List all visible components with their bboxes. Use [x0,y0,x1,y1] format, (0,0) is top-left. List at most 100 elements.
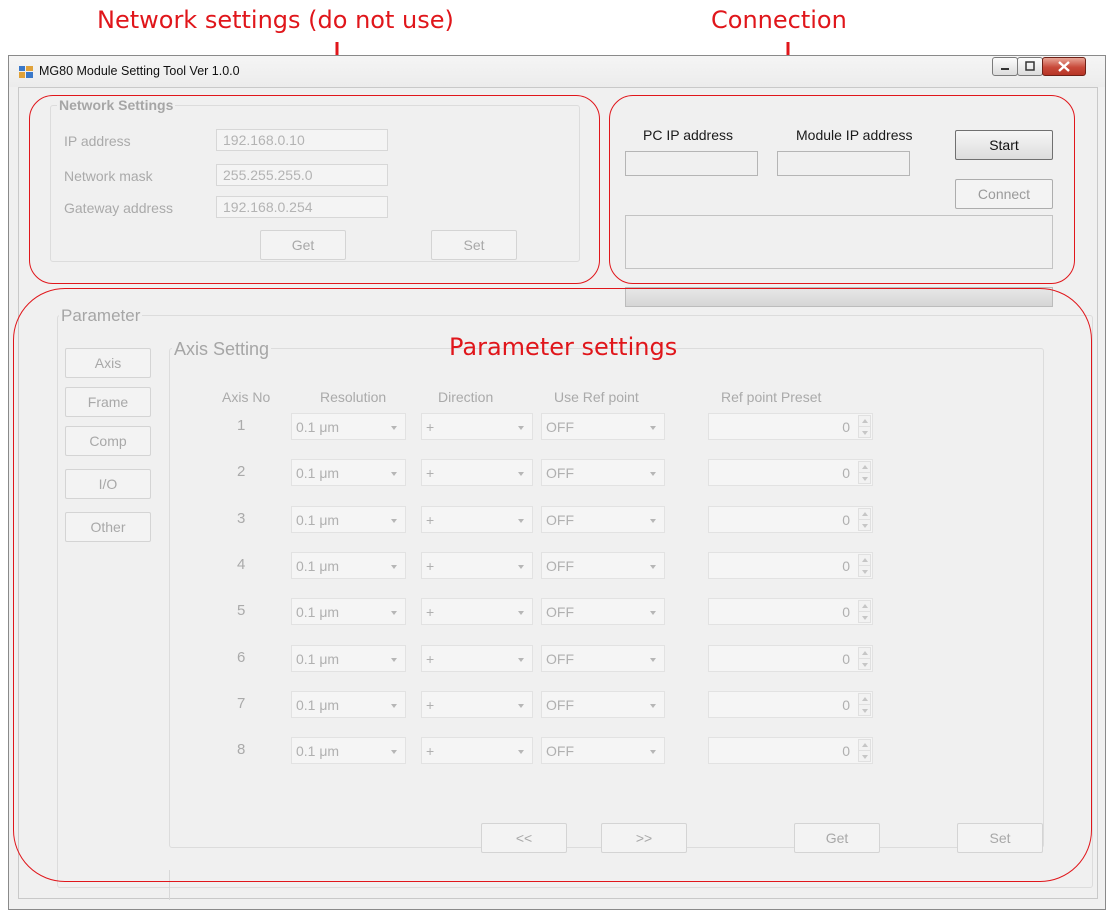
resolution-select[interactable]: 0.1 μm [291,552,406,579]
direction-select[interactable]: + [421,506,533,533]
direction-select[interactable]: + [421,598,533,625]
ref-point-preset-stepper[interactable]: 0 [708,691,873,718]
direction-select-value: + [426,419,435,435]
window-title: MG80 Module Setting Tool Ver 1.0.0 [39,64,240,78]
ref-point-preset-value: 0 [842,697,850,713]
minimize-button[interactable] [992,57,1018,76]
spin-down-icon[interactable] [858,704,871,716]
ref-point-preset-stepper[interactable]: 0 [708,506,873,533]
direction-select-value: + [426,512,435,528]
parameter-get-button[interactable]: Get [794,823,880,853]
spin-down-icon[interactable] [858,426,871,438]
status-strip-divider [169,870,170,900]
chevron-down-icon [650,426,656,430]
spin-down-icon[interactable] [858,658,871,670]
ref-point-preset-stepper[interactable]: 0 [708,737,873,764]
resolution-select-value: 0.1 μm [296,419,340,435]
network-mask-field[interactable]: 255.255.255.0 [216,164,388,186]
axis-number: 5 [237,602,246,619]
resolution-select[interactable]: 0.1 μm [291,506,406,533]
parameter-settings-callout: Parameter settings [449,333,678,361]
direction-select[interactable]: + [421,552,533,579]
direction-select-value: + [426,604,435,620]
nav-frame-button[interactable]: Frame [65,387,151,417]
spin-down-icon[interactable] [858,565,871,577]
gateway-address-field[interactable]: 192.168.0.254 [216,196,388,218]
resolution-select[interactable]: 0.1 μm [291,691,406,718]
use-ref-point-select-value: OFF [546,651,574,667]
ref-point-preset-stepper[interactable]: 0 [708,413,873,440]
ip-address-label: IP address [64,133,131,149]
spin-down-icon[interactable] [858,750,871,762]
pc-ip-address-label: PC IP address [643,127,734,143]
next-page-button[interactable]: >> [601,823,687,853]
resolution-select-value: 0.1 μm [296,465,340,481]
ref-point-preset-stepper[interactable]: 0 [708,645,873,672]
ref-point-preset-value: 0 [842,465,850,481]
use-ref-point-select[interactable]: OFF [541,645,665,672]
use-ref-point-select[interactable]: OFF [541,598,665,625]
nav-io-button[interactable]: I/O [65,469,151,499]
direction-select[interactable]: + [421,413,533,440]
resolution-select[interactable]: 0.1 μm [291,413,406,440]
network-set-button[interactable]: Set [431,230,517,260]
resolution-select-value: 0.1 μm [296,558,340,574]
resolution-select[interactable]: 0.1 μm [291,598,406,625]
module-ip-address-label: Module IP address [796,127,913,143]
ref-point-preset-stepper[interactable]: 0 [708,552,873,579]
use-ref-point-select[interactable]: OFF [541,506,665,533]
resolution-select-value: 0.1 μm [296,512,340,528]
module-ip-address-field[interactable] [777,151,910,176]
ip-address-field[interactable]: 192.168.0.10 [216,129,388,151]
chevron-down-icon [391,611,397,615]
pc-ip-address-field[interactable] [625,151,758,176]
resolution-select-value: 0.1 μm [296,651,340,667]
spin-down-icon[interactable] [858,519,871,531]
maximize-button[interactable] [1017,57,1043,76]
use-ref-point-select[interactable]: OFF [541,413,665,440]
nav-axis-button[interactable]: Axis [65,348,151,378]
chevron-down-icon [518,472,524,476]
use-ref-point-select[interactable]: OFF [541,737,665,764]
direction-select[interactable]: + [421,645,533,672]
use-ref-point-header: Use Ref point [554,389,639,405]
axis-number: 4 [237,556,246,573]
use-ref-point-select-value: OFF [546,697,574,713]
prev-page-button[interactable]: << [481,823,567,853]
network-get-button[interactable]: Get [260,230,346,260]
direction-select[interactable]: + [421,737,533,764]
use-ref-point-select[interactable]: OFF [541,691,665,718]
use-ref-point-select-value: OFF [546,512,574,528]
resolution-select[interactable]: 0.1 μm [291,737,406,764]
ref-point-preset-stepper[interactable]: 0 [708,459,873,486]
resolution-select[interactable]: 0.1 μm [291,645,406,672]
nav-comp-button[interactable]: Comp [65,426,151,456]
nav-other-button[interactable]: Other [65,512,151,542]
connect-button[interactable]: Connect [955,179,1053,209]
ref-point-preset-stepper[interactable]: 0 [708,598,873,625]
use-ref-point-select[interactable]: OFF [541,552,665,579]
chevron-down-icon [391,750,397,754]
direction-select[interactable]: + [421,691,533,718]
client-area: Network Settings IP address 192.168.0.10… [18,87,1098,900]
direction-select[interactable]: + [421,459,533,486]
chevron-down-icon [518,750,524,754]
axis-number: 1 [237,417,246,434]
parameter-set-button[interactable]: Set [957,823,1043,853]
use-ref-point-select[interactable]: OFF [541,459,665,486]
chevron-down-icon [650,611,656,615]
close-button[interactable] [1042,57,1086,76]
chevron-down-icon [518,519,524,523]
connection-status-box [625,215,1053,269]
direction-select-value: + [426,558,435,574]
spin-down-icon[interactable] [858,472,871,484]
chevron-down-icon [650,519,656,523]
minimize-icon [1001,68,1009,70]
resolution-select[interactable]: 0.1 μm [291,459,406,486]
start-button[interactable]: Start [955,130,1053,160]
connection-progress-bar [625,287,1053,307]
network-settings-title: Network Settings [57,97,176,113]
axis-number: 8 [237,741,246,758]
spin-down-icon[interactable] [858,611,871,623]
network-mask-label: Network mask [64,168,153,184]
